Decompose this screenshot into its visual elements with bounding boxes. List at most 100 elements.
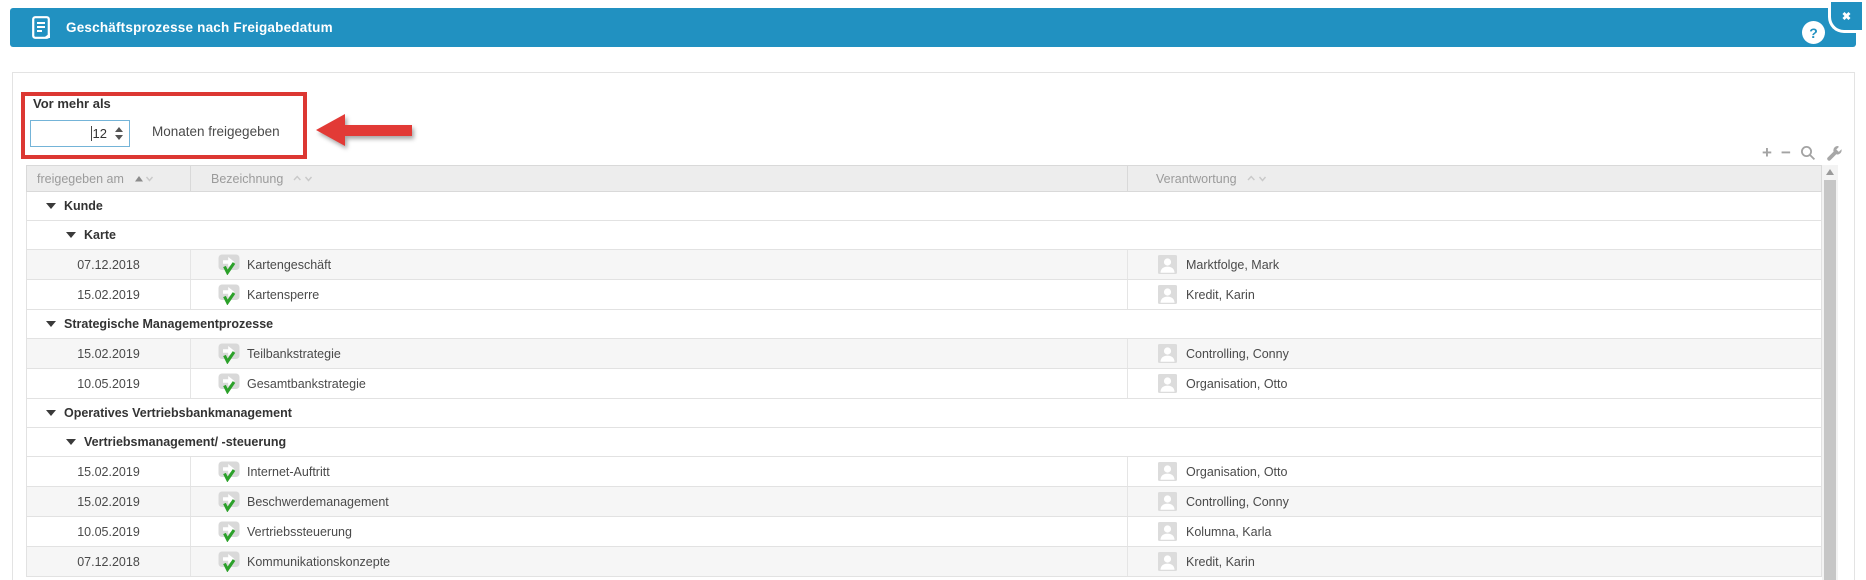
process-name: Gesamtbankstrategie: [247, 376, 366, 391]
table-row[interactable]: 07.12.2018 Kommunikationskonzepte Kredit, …: [26, 547, 1822, 577]
filter-label: Vor mehr als: [33, 96, 111, 111]
close-icon: ✖: [1841, 10, 1852, 23]
process-name-cell[interactable]: Teilbankstrategie: [191, 339, 1128, 368]
person-icon: [1158, 255, 1177, 274]
process-approved-icon: [218, 551, 241, 572]
column-header-bezeichnung[interactable]: Bezeichnung: [191, 166, 1128, 191]
scrollbar-thumb[interactable]: [1824, 180, 1836, 580]
collapse-triangle-icon[interactable]: [46, 321, 56, 327]
group-row[interactable]: Kunde: [26, 192, 1822, 221]
scroll-up-icon: [1826, 169, 1834, 175]
search-icon[interactable]: [1800, 145, 1816, 161]
sort-icon[interactable]: [292, 174, 314, 183]
group-label: Strategische Managementprozesse: [64, 317, 274, 331]
owner-cell: Kolumna, Karla: [1128, 522, 1821, 541]
owner-name: Kredit, Karin: [1186, 554, 1255, 569]
collapse-triangle-icon[interactable]: [66, 232, 76, 238]
table-toolbar: + −: [1762, 144, 1842, 161]
owner-cell: Kredit, Karin: [1128, 552, 1821, 571]
process-approved-icon: [218, 373, 241, 394]
process-approved-icon: [218, 254, 241, 275]
process-name: Internet-Auftritt: [247, 464, 330, 479]
group-label: Operatives Vertriebsbankmanagement: [64, 406, 292, 420]
column-header-verantwortung[interactable]: Verantwortung: [1128, 166, 1821, 191]
process-name-cell[interactable]: Beschwerdemanagement: [191, 487, 1128, 516]
group-label: Vertriebsmanagement/ -steuerung: [84, 435, 287, 449]
owner-name: Organisation, Otto: [1186, 464, 1288, 479]
release-date: 15.02.2019: [77, 494, 140, 509]
help-button[interactable]: ?: [1802, 21, 1825, 44]
table-row[interactable]: 15.02.2019 Teilbankstrategie Controlling, …: [26, 339, 1822, 369]
table-row[interactable]: 15.02.2019 Beschwerdemanagement Controllin…: [26, 487, 1822, 517]
group-row[interactable]: Strategische Managementprozesse: [26, 310, 1822, 339]
person-icon: [1158, 344, 1177, 363]
person-icon: [1158, 492, 1177, 511]
sort-asc-icon[interactable]: [133, 174, 155, 183]
wrench-icon[interactable]: [1825, 145, 1842, 161]
owner-cell: Kredit, Karin: [1128, 285, 1821, 304]
scrollbar-up-button[interactable]: [1822, 165, 1838, 179]
process-name-cell[interactable]: Vertriebssteuerung: [191, 517, 1128, 546]
column-header-freigegeben-am[interactable]: freigegeben am: [27, 166, 191, 191]
collapse-triangle-icon[interactable]: [46, 203, 56, 209]
owner-name: Controlling, Conny: [1186, 346, 1289, 361]
release-date: 10.05.2019: [77, 376, 140, 391]
collapse-triangle-icon[interactable]: [46, 410, 56, 416]
release-date-cell: 07.12.2018: [27, 250, 191, 279]
release-date-cell: 15.02.2019: [27, 487, 191, 516]
process-name-cell[interactable]: Kommunikationskonzepte: [191, 547, 1128, 576]
process-approved-icon: [218, 491, 241, 512]
collapse-all-button[interactable]: −: [1781, 144, 1791, 161]
process-name: Teilbankstrategie: [247, 346, 341, 361]
text-cursor: [90, 126, 92, 141]
table-header-row: freigegeben am Bezeichnung Verantwortung: [26, 165, 1822, 192]
process-name-cell[interactable]: Internet-Auftritt: [191, 457, 1128, 486]
group-label: Kunde: [64, 199, 103, 213]
page-title: Geschäftsprozesse nach Freigabedatum: [66, 20, 333, 35]
owner-cell: Marktfolge, Mark: [1128, 255, 1821, 274]
person-icon: [1158, 374, 1177, 393]
sort-icon[interactable]: [1246, 174, 1268, 183]
window: Geschäftsprozesse nach Freigabedatum ? ✖…: [0, 0, 1866, 580]
process-name-cell[interactable]: Kartensperre: [191, 280, 1128, 309]
stepper-down-icon[interactable]: [114, 135, 123, 140]
table-row[interactable]: 07.12.2018 Kartengeschäft Marktfolge, Mark: [26, 250, 1822, 280]
number-stepper[interactable]: [111, 127, 126, 140]
release-date-cell: 15.02.2019: [27, 339, 191, 368]
table-row[interactable]: 15.02.2019 Kartensperre Kredit, Karin: [26, 280, 1822, 310]
owner-name: Kolumna, Karla: [1186, 524, 1272, 539]
group-row[interactable]: Vertriebsmanagement/ -steuerung: [26, 428, 1822, 457]
owner-name: Marktfolge, Mark: [1186, 257, 1280, 272]
release-date: 15.02.2019: [77, 464, 140, 479]
process-approved-icon: [218, 521, 241, 542]
stepper-up-icon[interactable]: [114, 127, 123, 132]
table-row[interactable]: 10.05.2019 Gesamtbankstrategie Organisatio…: [26, 369, 1822, 399]
group-row[interactable]: Karte: [26, 221, 1822, 250]
process-name-cell[interactable]: Kartengeschäft: [191, 250, 1128, 279]
owner-name: Kredit, Karin: [1186, 287, 1255, 302]
person-icon: [1158, 522, 1177, 541]
group-row[interactable]: Operatives Vertriebsbankmanagement: [26, 399, 1822, 428]
vertical-scrollbar[interactable]: [1822, 165, 1838, 580]
expand-all-button[interactable]: +: [1762, 144, 1772, 161]
close-button[interactable]: ✖: [1828, 2, 1862, 33]
process-approved-icon: [218, 284, 241, 305]
release-date-cell: 15.02.2019: [27, 457, 191, 486]
process-name: Kartengeschäft: [247, 257, 332, 272]
owner-cell: Controlling, Conny: [1128, 344, 1821, 363]
release-date: 07.12.2018: [77, 257, 140, 272]
process-name: Kommunikationskonzepte: [247, 554, 391, 569]
table-row[interactable]: 15.02.2019 Internet-Auftritt Organisation,…: [26, 457, 1822, 487]
process-approved-icon: [218, 461, 241, 482]
person-icon: [1158, 462, 1177, 481]
collapse-triangle-icon[interactable]: [66, 439, 76, 445]
months-input[interactable]: 12: [30, 120, 130, 147]
process-name-cell[interactable]: Gesamtbankstrategie: [191, 369, 1128, 398]
owner-cell: Organisation, Otto: [1128, 374, 1821, 393]
owner-name: Controlling, Conny: [1186, 494, 1289, 509]
person-icon: [1158, 552, 1177, 571]
titlebar: Geschäftsprozesse nach Freigabedatum: [10, 8, 1856, 47]
release-date: 15.02.2019: [77, 287, 140, 302]
person-icon: [1158, 285, 1177, 304]
table-row[interactable]: 10.05.2019 Vertriebssteuerung Kolumna, Kar…: [26, 517, 1822, 547]
